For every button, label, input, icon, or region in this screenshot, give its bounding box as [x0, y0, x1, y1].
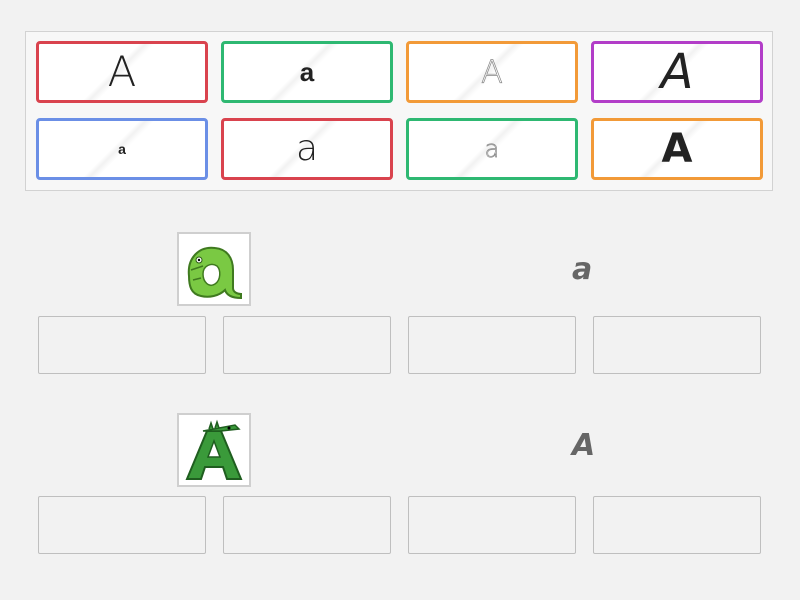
drop-slot[interactable]: [593, 316, 761, 374]
letter-card[interactable]: a: [406, 118, 578, 180]
letter-card[interactable]: a: [221, 41, 393, 103]
green-crocodile-uppercase-a-icon: [185, 419, 243, 480]
drop-slot[interactable]: [408, 496, 576, 554]
letter-card[interactable]: A: [36, 41, 208, 103]
card-letter: a: [299, 57, 315, 87]
card-letter: A: [481, 53, 504, 91]
green-crocodile-lowercase-a-icon: [187, 246, 242, 300]
group-label: A: [572, 428, 596, 463]
letter-card[interactable]: a: [36, 118, 208, 180]
card-letter: A: [107, 47, 137, 96]
drop-slot[interactable]: [38, 496, 206, 554]
drop-slot[interactable]: [38, 316, 206, 374]
letter-card[interactable]: A: [406, 41, 578, 103]
drop-slot[interactable]: [223, 496, 391, 554]
drop-slot[interactable]: [408, 316, 576, 374]
drop-slot[interactable]: [593, 496, 761, 554]
group-label: a: [572, 252, 593, 287]
letter-card[interactable]: A: [591, 41, 763, 103]
letter-card[interactable]: a: [221, 118, 393, 180]
group-image: [177, 232, 251, 306]
card-letter: a: [118, 141, 126, 157]
card-letter: A: [660, 44, 694, 100]
card-letter: a: [484, 135, 500, 163]
card-letter: A: [661, 126, 693, 172]
drop-slot[interactable]: [223, 316, 391, 374]
letter-card[interactable]: A: [591, 118, 763, 180]
card-letter: a: [295, 128, 319, 169]
group-image: [177, 413, 251, 487]
